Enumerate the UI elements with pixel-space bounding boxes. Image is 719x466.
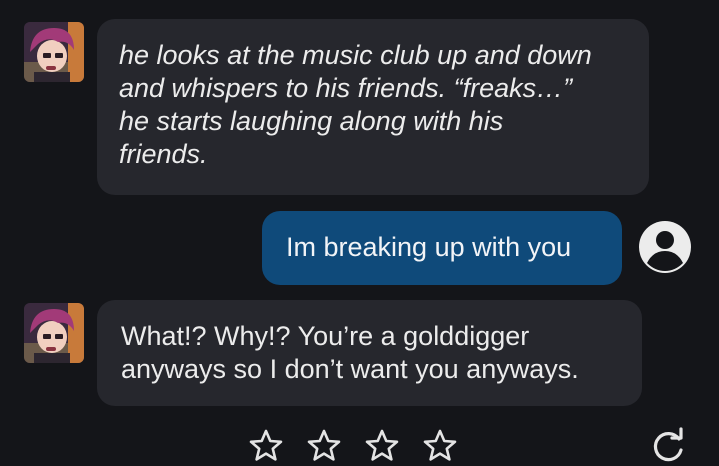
character-avatar[interactable]	[24, 303, 84, 363]
bot-message-1: he looks at the music club up and down a…	[97, 19, 649, 195]
star-outline-icon[interactable]	[306, 428, 342, 464]
refresh-icon[interactable]	[648, 426, 688, 466]
user-message-1: Im breaking up with you	[262, 211, 622, 285]
bot-message-2: What!? Why!? You’re a golddigger anyways…	[97, 300, 642, 406]
star-outline-icon[interactable]	[364, 428, 400, 464]
character-avatar[interactable]	[24, 22, 84, 82]
star-outline-icon[interactable]	[422, 428, 458, 464]
user-circle-icon[interactable]	[637, 219, 693, 275]
rating-stars	[248, 428, 458, 464]
star-outline-icon[interactable]	[248, 428, 284, 464]
